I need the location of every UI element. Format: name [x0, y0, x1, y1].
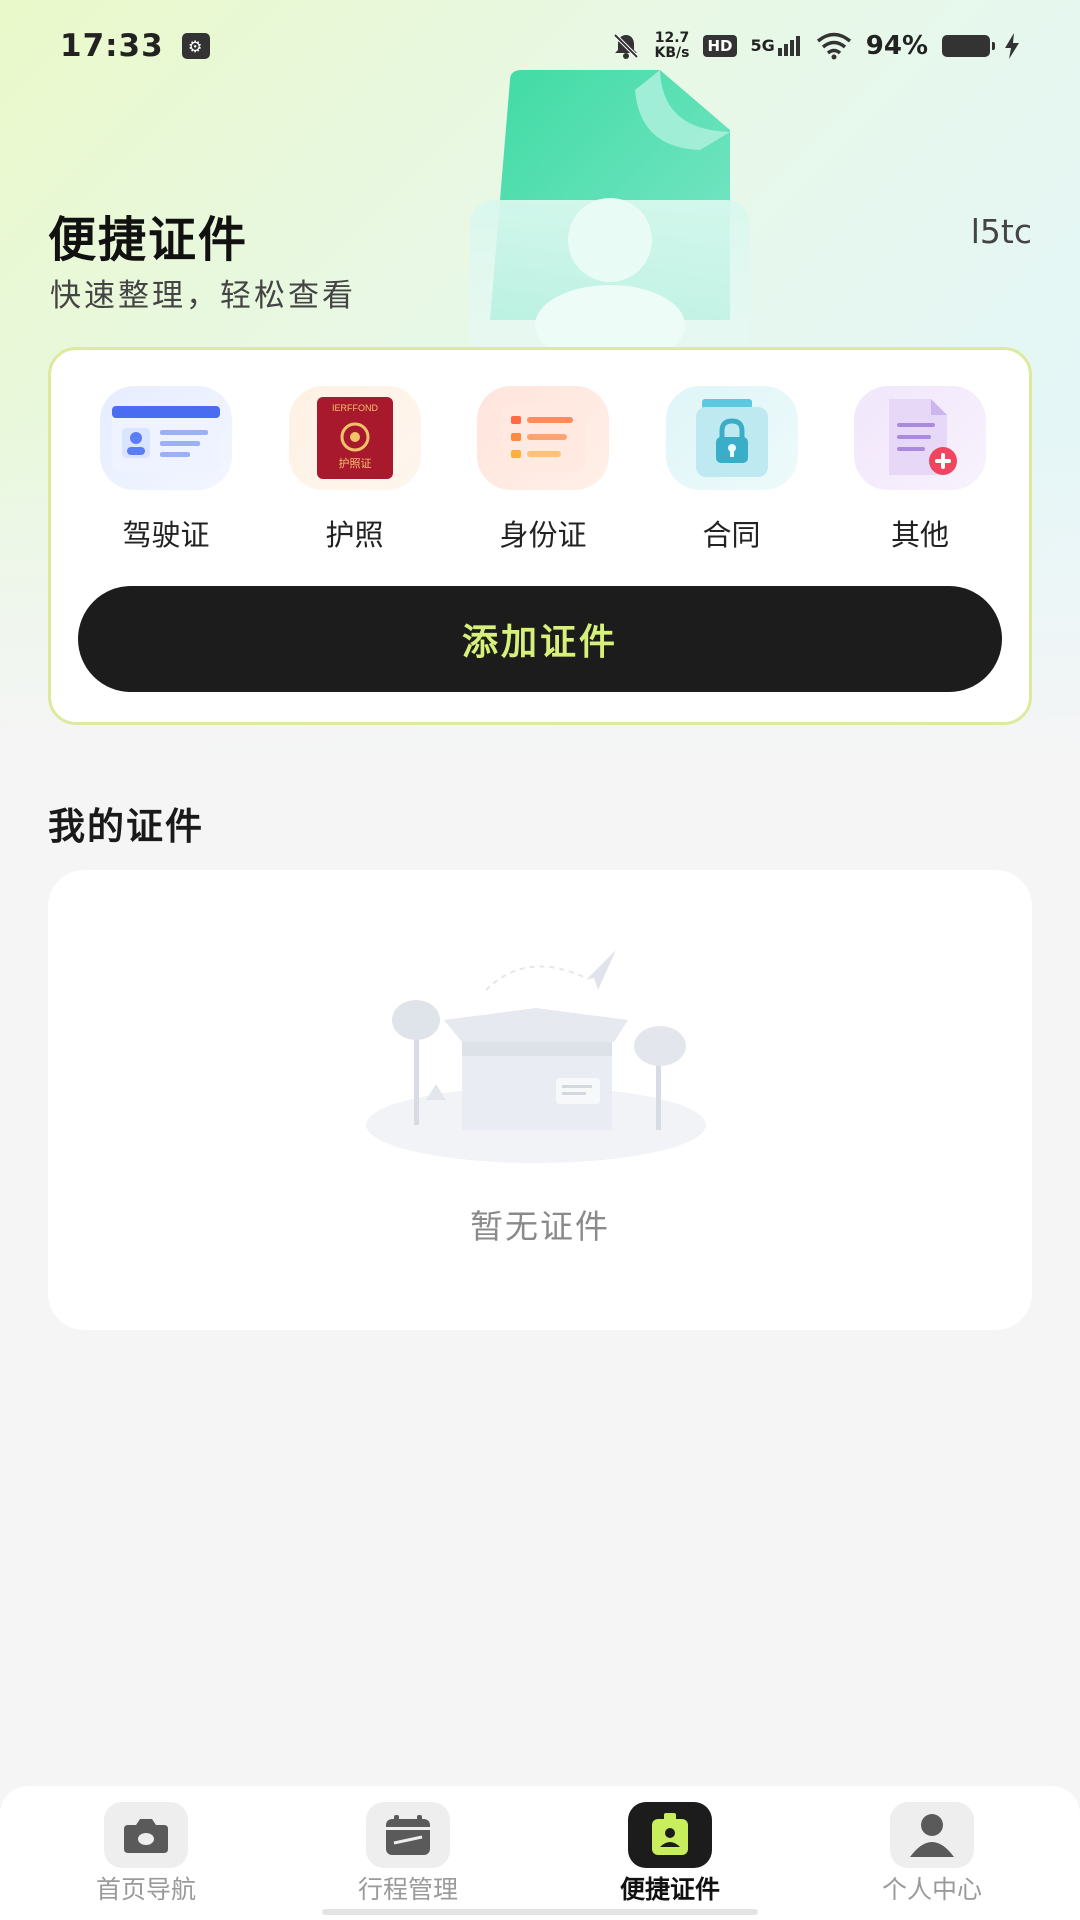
status-time: 17:33 [60, 28, 164, 64]
net-speed-unit: KB/s [654, 45, 690, 61]
my-documents-title: 我的证件 [48, 805, 204, 848]
document-types-row: 驾驶证 IERFFOND 护照证 护照 身份证 合同 其他 [81, 386, 1005, 554]
doc-type-label: 身份证 [499, 518, 587, 552]
bottom-nav: 首页导航 行程管理 便捷证件 个人中心 [0, 1786, 1080, 1920]
badge-icon [628, 1802, 712, 1868]
document-illustration-icon [470, 70, 750, 360]
charging-icon [1005, 33, 1019, 59]
document-types-card: 驾驶证 IERFFOND 护照证 护照 身份证 合同 其他 添加证件 [48, 347, 1032, 725]
calendar-icon [366, 1802, 450, 1868]
nav-profile[interactable]: 个人中心 [801, 1786, 1063, 1920]
signal-bars-icon [777, 36, 800, 56]
wifi-icon [816, 32, 851, 60]
nav-label: 个人中心 [881, 1875, 982, 1904]
nav-label: 首页导航 [95, 1875, 196, 1904]
mute-bell-icon [613, 33, 638, 59]
battery-percent: 94% [865, 31, 928, 61]
doc-type-passport[interactable]: IERFFOND 护照证 护照 [270, 386, 440, 554]
doc-type-label: 驾驶证 [122, 518, 210, 552]
passport-icon: IERFFOND 护照证 [288, 386, 421, 490]
id-card-icon [477, 386, 609, 490]
doc-type-label: 其他 [890, 518, 949, 552]
nav-trips[interactable]: 行程管理 [277, 1786, 539, 1920]
signal-indicator: 5G [751, 36, 802, 56]
doc-type-label: 护照 [325, 518, 384, 552]
doc-type-contract[interactable]: 合同 [647, 386, 817, 554]
net-speed: 12.7 KB/s [655, 31, 690, 61]
nav-documents[interactable]: 便捷证件 [539, 1786, 801, 1920]
person-icon [890, 1802, 974, 1868]
hd-badge: HD [703, 35, 737, 57]
usb-debug-icon: ⚙ [181, 33, 210, 59]
status-right: 12.7 KB/s HD 5G 94% [611, 31, 1020, 61]
nav-home[interactable]: 首页导航 [15, 1786, 277, 1920]
driver-license-icon [100, 386, 232, 490]
page-title: 便捷证件 [48, 212, 249, 268]
net-speed-value: 12.7 [654, 30, 690, 46]
doc-type-driver-license[interactable]: 驾驶证 [81, 386, 251, 554]
battery-icon [942, 35, 995, 57]
camera-icon [104, 1802, 188, 1868]
nav-label: 便捷证件 [619, 1875, 720, 1904]
passport-text-top: IERFFOND [332, 403, 378, 413]
doc-type-id-card[interactable]: 身份证 [458, 386, 628, 554]
corner-tag: l5tc [970, 212, 1032, 251]
other-document-icon [854, 386, 986, 490]
nav-label: 行程管理 [357, 1875, 458, 1904]
empty-state-text: 暂无证件 [470, 1207, 610, 1246]
my-documents-card: 暂无证件 [48, 870, 1032, 1330]
signal-label: 5G [750, 36, 775, 55]
doc-type-other[interactable]: 其他 [835, 386, 1005, 554]
empty-box-icon [366, 950, 706, 1163]
contract-lock-icon [665, 386, 798, 490]
passport-text-bottom: 护照证 [338, 456, 371, 470]
page-subtitle: 快速整理，轻松查看 [50, 278, 356, 314]
doc-type-label: 合同 [702, 518, 761, 552]
status-left: 17:33 ⚙ [60, 28, 210, 64]
add-document-button[interactable]: 添加证件 [78, 586, 1002, 692]
home-indicator[interactable] [322, 1909, 758, 1915]
